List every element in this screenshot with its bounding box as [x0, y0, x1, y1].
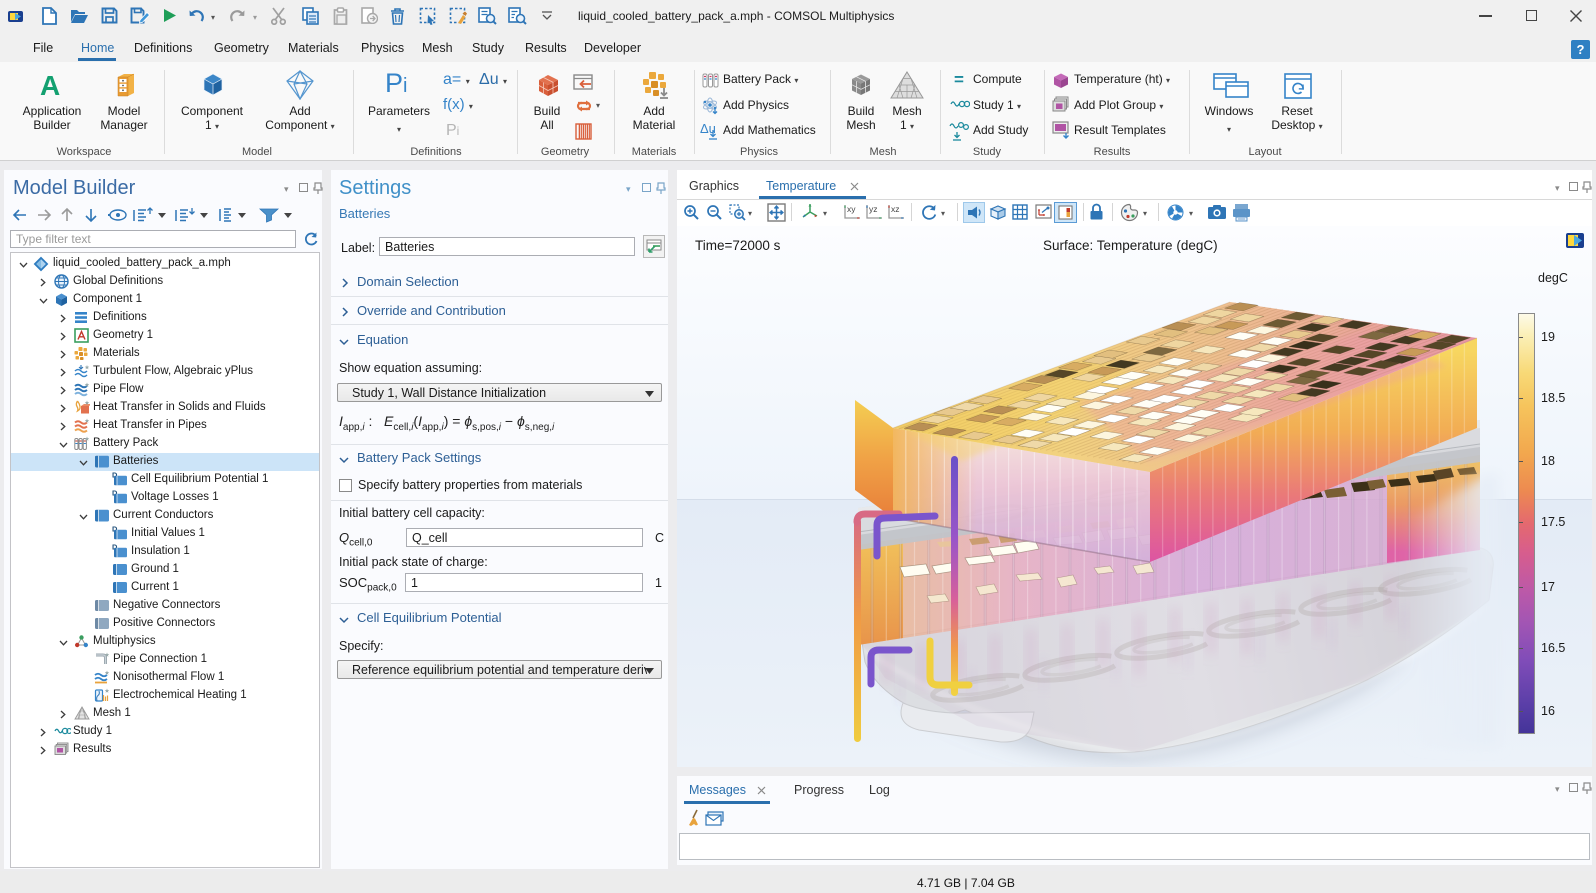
svg-text:xy: xy [847, 204, 856, 214]
svg-text:yz: yz [869, 204, 878, 214]
svg-text:xz: xz [891, 204, 900, 214]
